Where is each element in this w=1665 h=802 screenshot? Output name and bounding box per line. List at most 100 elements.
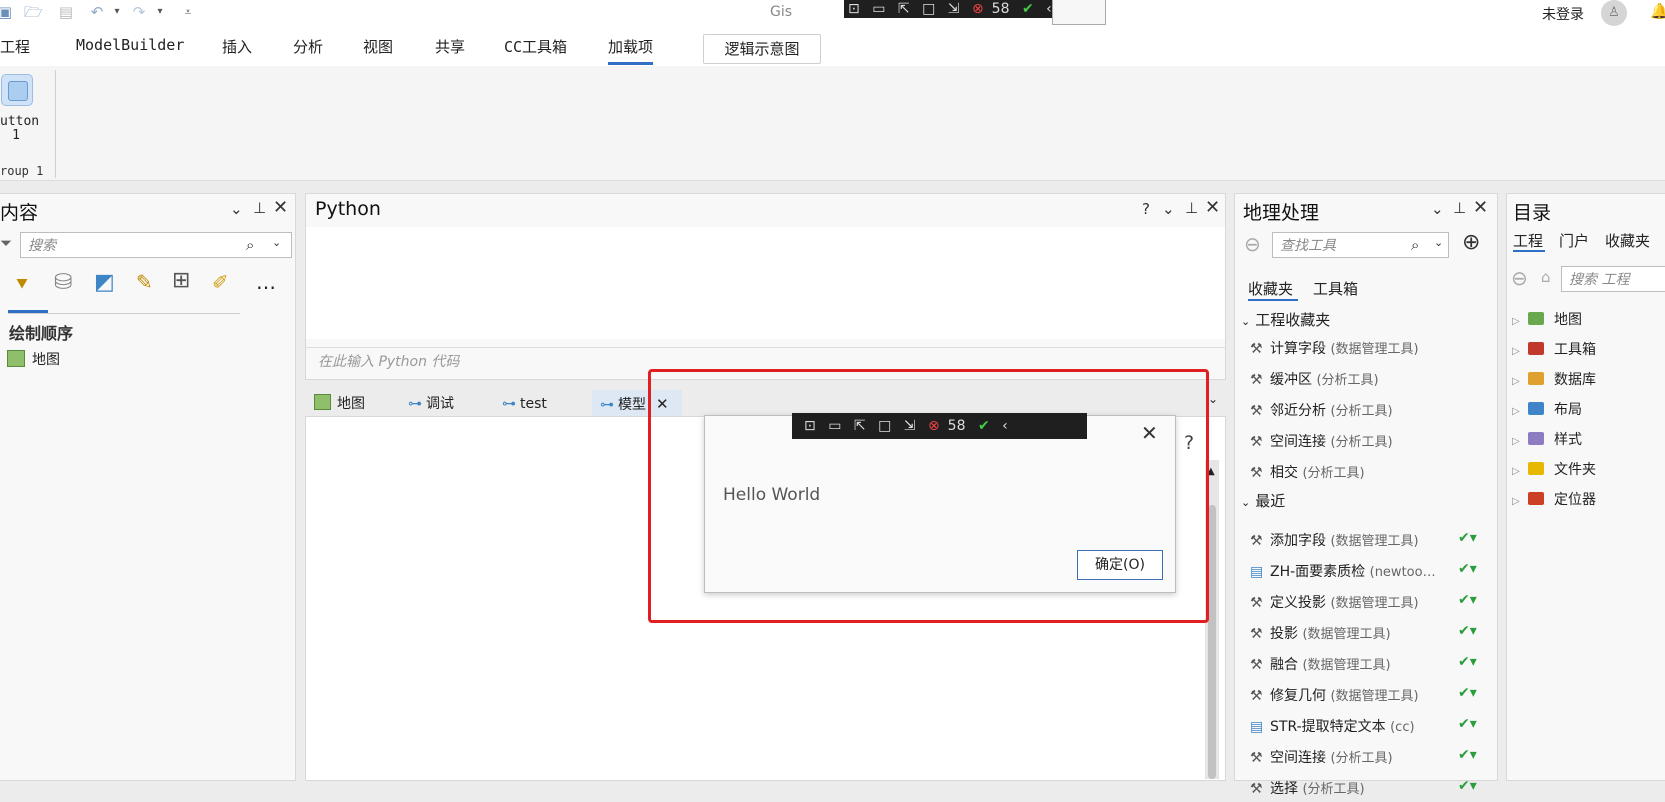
dialog-close-icon[interactable]: ✕: [1141, 421, 1158, 445]
help-icon[interactable]: ?: [1142, 200, 1150, 218]
catalog-tab-favorites[interactable]: 收藏夹: [1605, 230, 1650, 251]
success-check-icon[interactable]: ✔▾: [1458, 561, 1477, 577]
recent-tool-item[interactable]: ▤ STR-提取特定文本 (cc): [1250, 716, 1415, 740]
success-check-icon[interactable]: ✔▾: [1458, 778, 1477, 794]
collapse-icon[interactable]: ‹: [1046, 0, 1052, 18]
frame-icon[interactable]: □: [878, 413, 891, 439]
tab-addins[interactable]: 加载项: [608, 36, 654, 65]
tab-project[interactable]: 工程: [0, 36, 30, 57]
home-icon[interactable]: ⌂: [1541, 268, 1551, 286]
pointer-icon[interactable]: ⇱: [854, 413, 866, 439]
catalog-item[interactable]: ▷ 样式: [1512, 429, 1582, 449]
catalog-search-input[interactable]: 搜索 工程: [1561, 266, 1665, 292]
select-element-icon[interactable]: ⊡: [804, 413, 816, 439]
geo-search-input[interactable]: 查找工具: [1272, 232, 1449, 258]
expand-icon[interactable]: ▷: [1512, 466, 1528, 477]
success-check-icon[interactable]: ✔▾: [1458, 530, 1477, 546]
addin-button-label[interactable]: utton 1: [0, 115, 39, 143]
record-icon[interactable]: ▭: [872, 0, 885, 18]
close-icon[interactable]: ✕: [1205, 197, 1220, 218]
addin-button-icon[interactable]: [1, 74, 33, 106]
notification-bell-icon[interactable]: 🔔: [1650, 2, 1665, 20]
login-status[interactable]: 未登录: [1542, 4, 1584, 24]
tab-cc-toolbox[interactable]: CC工具箱: [504, 36, 567, 57]
pointer-icon[interactable]: ⇱: [898, 0, 910, 18]
record-icon[interactable]: ▭: [828, 413, 841, 439]
list-by-editing-icon[interactable]: ✎: [136, 270, 153, 294]
catalog-tab-project[interactable]: 工程: [1513, 230, 1543, 251]
tab-logical-schematic[interactable]: 逻辑示意图: [703, 34, 821, 64]
more-icon[interactable]: …: [256, 270, 276, 294]
pin-icon[interactable]: ⊥: [1453, 199, 1466, 217]
catalog-item[interactable]: ▷ 工具箱: [1512, 339, 1596, 359]
back-icon[interactable]: ⊖: [1511, 266, 1528, 290]
doc-tab-test[interactable]: ⊶ test: [502, 390, 547, 418]
recent-tool-item[interactable]: ▤ ZH-面要素质检 (newtoo…: [1250, 561, 1436, 585]
expand-icon[interactable]: ▷: [1512, 406, 1528, 417]
expand-icon[interactable]: ▷: [1512, 376, 1528, 387]
recent-tool-item[interactable]: ⚒ 定义投影 (数据管理工具): [1250, 592, 1419, 616]
tab-analysis[interactable]: 分析: [293, 36, 323, 57]
catalog-item[interactable]: ▷ 布局: [1512, 399, 1582, 419]
recent-tool-item[interactable]: ⚒ 空间连接 (分析工具): [1250, 747, 1393, 771]
recent-tool-item[interactable]: ⚒ 投影 (数据管理工具): [1250, 623, 1391, 647]
search-icon[interactable]: ⌕: [1411, 236, 1419, 254]
recent-tool-item[interactable]: ⚒ 选择 (分析工具): [1250, 778, 1365, 802]
undo-dropdown-icon[interactable]: ▾: [108, 4, 126, 20]
section-project-favorites[interactable]: ⌄ 工程收藏夹: [1241, 309, 1330, 330]
redo-dropdown-icon[interactable]: ▾: [151, 4, 169, 20]
pin-icon[interactable]: ⊥: [253, 199, 266, 217]
doc-tab-map[interactable]: 地图: [314, 390, 365, 418]
pane-menu-icon[interactable]: ⌄: [230, 200, 243, 218]
expand-icon[interactable]: ▷: [1512, 436, 1528, 447]
chevron-down-icon[interactable]: ⌄: [1434, 236, 1443, 249]
catalog-item[interactable]: ▷ 数据库: [1512, 369, 1596, 389]
tab-modelbuilder[interactable]: ModelBuilder: [76, 36, 184, 54]
tab-list-chevron-icon[interactable]: ⌄: [1208, 392, 1218, 406]
undo-icon[interactable]: ↶: [88, 4, 106, 20]
success-check-icon[interactable]: ✔▾: [1458, 685, 1477, 701]
search-icon[interactable]: ⌕: [246, 236, 254, 254]
list-by-selection-icon[interactable]: ◩: [94, 270, 115, 295]
expand-icon[interactable]: ▷: [1512, 346, 1528, 357]
tab-view[interactable]: 视图: [363, 36, 393, 57]
open-folder-icon[interactable]: 🗁: [24, 4, 43, 20]
filter-icon[interactable]: ⏷: [0, 234, 12, 252]
project-tool-item[interactable]: ⚒ 空间连接 (分析工具): [1250, 431, 1393, 455]
collapse-icon[interactable]: ‹: [1002, 413, 1008, 439]
pin-icon[interactable]: ⊥: [1185, 199, 1198, 217]
layer-map[interactable]: 地图: [32, 349, 60, 369]
project-tool-item[interactable]: ⚒ 计算字段 (数据管理工具): [1250, 338, 1419, 362]
recent-tool-item[interactable]: ⚒ 融合 (数据管理工具): [1250, 654, 1391, 678]
recent-tool-item[interactable]: ⚒ 添加字段 (数据管理工具): [1250, 530, 1419, 554]
pane-menu-icon[interactable]: ⌄: [1431, 200, 1444, 218]
frame-icon[interactable]: □: [922, 0, 935, 18]
close-icon[interactable]: ✕: [273, 197, 288, 218]
list-by-labeling-icon[interactable]: ✐: [212, 270, 229, 294]
close-icon[interactable]: ✕: [1473, 197, 1488, 218]
select-element-icon[interactable]: ⊡: [848, 0, 860, 18]
tab-share[interactable]: 共享: [435, 36, 465, 57]
python-output-area[interactable]: [306, 227, 1225, 339]
success-check-icon[interactable]: ✔▾: [1458, 716, 1477, 732]
tab-insert[interactable]: 插入: [222, 36, 252, 57]
success-check-icon[interactable]: ✔▾: [1458, 747, 1477, 763]
catalog-item[interactable]: ▷ 定位器: [1512, 489, 1596, 509]
recent-tool-item[interactable]: ⚒ 修复几何 (数据管理工具): [1250, 685, 1419, 709]
expand-icon[interactable]: ▷: [1512, 316, 1528, 327]
project-tool-item[interactable]: ⚒ 邻近分析 (分析工具): [1250, 400, 1393, 424]
add-icon[interactable]: ⊕: [1462, 230, 1480, 255]
track-icon[interactable]: ⇲: [904, 413, 916, 439]
catalog-item[interactable]: ▷ 地图: [1512, 309, 1582, 329]
new-project-icon[interactable]: ▣: [0, 4, 14, 20]
ok-button[interactable]: 确定(O): [1077, 550, 1163, 580]
success-check-icon[interactable]: ✔▾: [1458, 623, 1477, 639]
project-tool-item[interactable]: ⚒ 相交 (分析工具): [1250, 462, 1365, 486]
chevron-down-icon[interactable]: ⌄: [272, 236, 281, 249]
doc-tab-debug[interactable]: ⊶ 调试: [408, 390, 454, 418]
tab-favorites[interactable]: 收藏夹: [1248, 278, 1293, 299]
back-icon[interactable]: ⊖: [1244, 232, 1261, 256]
expand-icon[interactable]: ▷: [1512, 496, 1528, 507]
avatar[interactable]: ♙: [1601, 0, 1627, 26]
save-icon[interactable]: ▤: [57, 4, 75, 20]
